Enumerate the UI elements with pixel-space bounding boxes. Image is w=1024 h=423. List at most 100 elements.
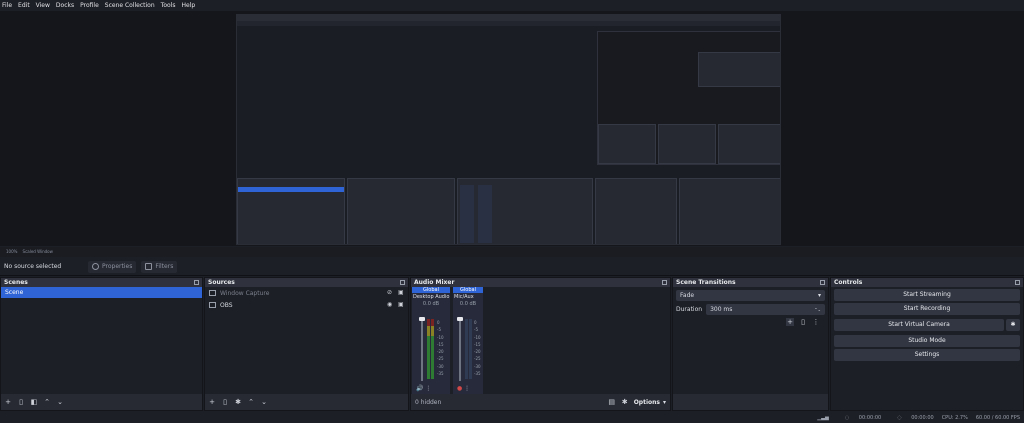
source-item[interactable]: OBS ◉ ▣ [205, 299, 408, 311]
nested-sources-dock [658, 124, 716, 164]
start-streaming-button[interactable]: Start Streaming [834, 289, 1020, 301]
move-down-icon[interactable]: ⌄ [56, 398, 64, 406]
scale-mode[interactable]: Scaled Window [23, 249, 53, 254]
db-scale: 0 -5 -10 -15 -20 -25 -30 -35 [437, 320, 444, 377]
start-virtual-camera-button[interactable]: Start Virtual Camera [834, 319, 1004, 331]
filter-icon[interactable]: ◧ [30, 398, 38, 406]
inner-scene-item [238, 187, 344, 192]
sources-toolbar: + ▯ ✱ ⌃ ⌄ [205, 394, 408, 410]
filters-button[interactable]: Filters [141, 260, 178, 273]
peak-meter-left [427, 319, 430, 379]
menu-help[interactable]: Help [181, 2, 195, 9]
menu-tools[interactable]: Tools [161, 2, 176, 9]
kebab-menu-icon[interactable]: ⋮ [812, 318, 820, 326]
menu-scene-collection[interactable]: Scene Collection [105, 2, 155, 9]
gear-icon [92, 263, 99, 270]
channel-name[interactable]: Desktop Audio [412, 293, 450, 301]
inner-sources-dock [347, 178, 455, 244]
kebab-menu-icon[interactable]: ⋮ [425, 385, 431, 392]
kebab-menu-icon[interactable]: ⋮ [464, 385, 470, 392]
spin-arrows-icon[interactable]: ⌃⌄ [814, 307, 821, 312]
eye-icon[interactable]: ◉ [387, 302, 393, 308]
record-time: 00:00:00 [911, 414, 934, 421]
visibility-hidden-icon[interactable]: ⊘ [387, 290, 393, 296]
trash-icon[interactable]: ▯ [17, 398, 25, 406]
properties-label: Properties [102, 263, 133, 270]
duration-spinbox[interactable]: 300 ms ⌃⌄ [706, 304, 825, 315]
add-icon[interactable]: + [786, 318, 794, 326]
undock-icon[interactable] [400, 280, 405, 285]
fps-readout: 60.00 / 60.00 FPS [975, 414, 1020, 421]
undock-icon[interactable] [662, 280, 667, 285]
duration-row: Duration 300 ms ⌃⌄ [676, 304, 825, 315]
add-icon[interactable]: + [4, 398, 12, 406]
trash-icon[interactable]: ▯ [221, 398, 229, 406]
studio-mode-button[interactable]: Studio Mode [834, 335, 1020, 347]
status-bar: ▁▃▅ ◌ 00:00:00 ◌ 00:00:00 CPU: 2.7% 60.0… [0, 412, 1024, 423]
source-item[interactable]: Window Capture ⊘ ▣ [205, 287, 408, 299]
scenes-toolbar: + ▯ ◧ ⌃ ⌄ [1, 394, 202, 410]
source-label: Window Capture [220, 289, 270, 297]
menu-profile[interactable]: Profile [80, 2, 99, 9]
virtual-camera-settings-button[interactable]: ✱ [1006, 319, 1020, 331]
lock-icon[interactable]: ▣ [398, 290, 404, 296]
no-source-label: No source selected [4, 263, 62, 270]
settings-button[interactable]: Settings [834, 349, 1020, 361]
channel-name[interactable]: Mic/Aux [453, 293, 483, 301]
undock-icon[interactable] [1015, 280, 1020, 285]
mic-muted-icon[interactable]: ● [457, 385, 462, 392]
db-scale: 0 -5 -10 -15 -20 -25 -30 -35 [474, 320, 481, 377]
scene-item[interactable]: Scene [1, 287, 202, 298]
speaker-icon[interactable]: 🔊 [416, 385, 423, 392]
channel-controls: 🔊 ⋮ [416, 385, 431, 392]
channel-db: 0.0 dB [422, 301, 440, 307]
transition-select[interactable]: Fade ▾ [676, 290, 825, 301]
move-up-icon[interactable]: ⌃ [247, 398, 255, 406]
sources-list: Window Capture ⊘ ▣ OBS ◉ ▣ [205, 287, 408, 394]
gear-icon[interactable]: ✱ [621, 398, 629, 406]
menu-edit[interactable]: Edit [18, 2, 30, 9]
sources-title: Sources [208, 279, 235, 286]
hidden-count: 0 hidden [415, 398, 442, 406]
lock-icon[interactable]: ▣ [398, 302, 404, 308]
undock-icon[interactable] [820, 280, 825, 285]
transitions-dock-title: Scene Transitions [673, 278, 828, 287]
start-recording-button[interactable]: Start Recording [834, 303, 1020, 315]
gear-icon[interactable]: ✱ [234, 398, 242, 406]
controls-body: Start Streaming Start Recording Start Vi… [831, 287, 1023, 410]
scene-transitions-dock: Scene Transitions Fade ▾ Duration 300 ms… [672, 277, 829, 411]
controls-dock: Controls Start Streaming Start Recording… [830, 277, 1024, 411]
move-up-icon[interactable]: ⌃ [43, 398, 51, 406]
options-button[interactable]: Options [634, 399, 660, 406]
volume-slider[interactable] [459, 319, 461, 381]
properties-button[interactable]: Properties [88, 260, 137, 273]
transition-value: Fade [680, 292, 695, 299]
window-capture-icon [209, 290, 216, 296]
volume-slider[interactable] [421, 319, 423, 381]
menu-docks[interactable]: Docks [56, 2, 74, 9]
volume-knob[interactable] [419, 317, 425, 321]
mixer-channels: Global Desktop Audio 0.0 dB 0 -5 -10 -15 -20… [411, 287, 670, 394]
inner-channel-2 [478, 185, 492, 243]
gear-icon: ✱ [1010, 321, 1016, 328]
network-icon: ▁▃▅ [817, 414, 829, 421]
preview-area[interactable] [0, 11, 1024, 246]
peak-meter-right [469, 319, 472, 379]
trash-icon[interactable]: ▯ [799, 318, 807, 326]
chevron-down-icon: ▾ [662, 398, 666, 406]
mixer-channel-mic: Global Mic/Aux 0.0 dB 0 -5 -10 -15 -20 -25 -30… [453, 287, 483, 394]
record-status: ◌ 00:00:00 [889, 415, 933, 421]
add-icon[interactable]: + [208, 398, 216, 406]
peak-meter-left [465, 319, 468, 379]
mixer-channel-desktop: Global Desktop Audio 0.0 dB 0 -5 -10 -15 -20… [412, 287, 450, 394]
inner-mixer-dock [457, 178, 593, 244]
undock-icon[interactable] [194, 280, 199, 285]
transitions-body: Fade ▾ Duration 300 ms ⌃⌄ + ▯ ⋮ [673, 287, 828, 394]
move-down-icon[interactable]: ⌄ [260, 398, 268, 406]
zoom-level[interactable]: 100% [6, 249, 17, 254]
volume-knob[interactable] [457, 317, 463, 321]
scenes-list: Scene [1, 287, 202, 394]
advanced-audio-icon[interactable]: ▤ [608, 398, 616, 406]
menu-file[interactable]: File [2, 2, 12, 9]
menu-view[interactable]: View [36, 2, 50, 9]
